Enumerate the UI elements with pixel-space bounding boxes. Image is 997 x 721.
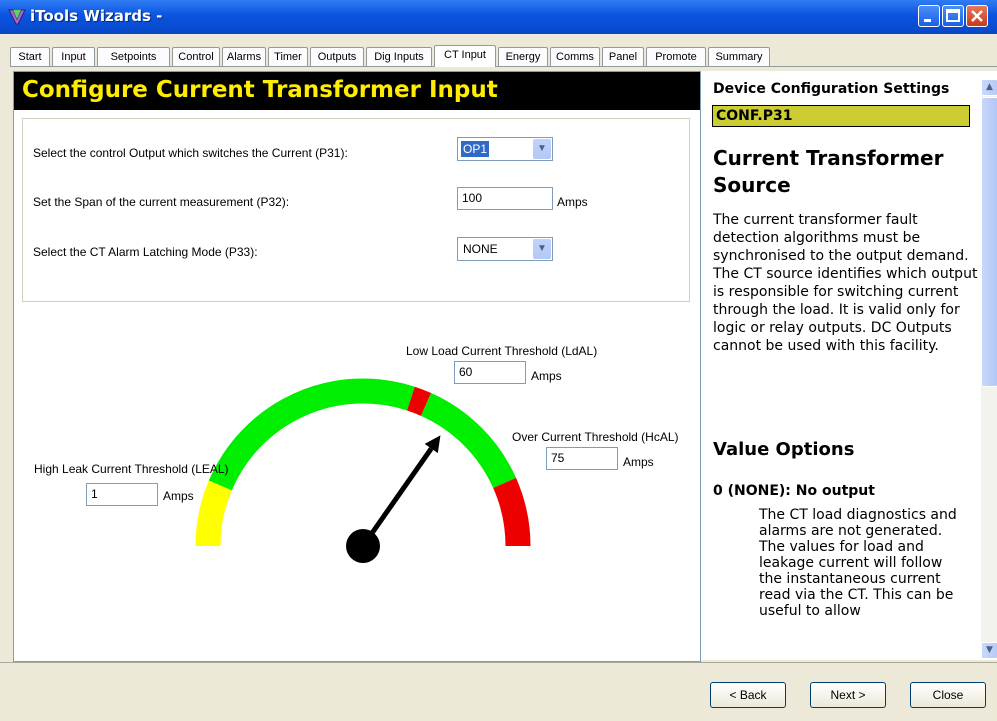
maximize-button[interactable]	[942, 5, 964, 27]
current-gauge	[195, 378, 531, 563]
help-description: The current transformer fault detection …	[713, 212, 978, 354]
high-leak-unit: Amps	[163, 489, 194, 503]
tab-input[interactable]: Input	[52, 47, 95, 66]
gauge-normal-zone	[208, 378, 415, 491]
scroll-up-button[interactable]: ▲	[981, 79, 997, 96]
tab-promote[interactable]: Promote	[646, 47, 706, 66]
low-load-input[interactable]: 60	[454, 361, 526, 384]
maximize-icon	[946, 9, 960, 22]
tab-comms[interactable]: Comms	[550, 47, 600, 66]
close-icon	[971, 10, 983, 22]
tab-dig-inputs[interactable]: Dig Inputs	[366, 47, 432, 66]
title-bar: iTools Wizards -	[0, 0, 997, 34]
gauge-low-load-marker	[406, 386, 432, 416]
over-current-label: Over Current Threshold (HcAL)	[512, 430, 679, 444]
low-load-unit: Amps	[531, 369, 562, 383]
scroll-down-button[interactable]: ▼	[981, 642, 997, 659]
over-current-unit: Amps	[623, 455, 654, 469]
tab-panel[interactable]: Panel	[602, 47, 644, 66]
help-option-description: The CT load diagnostics and alarms are n…	[759, 507, 957, 619]
over-current-input[interactable]: 75	[546, 447, 618, 470]
gauge-needle	[360, 447, 434, 548]
low-load-label: Low Load Current Threshold (LdAL)	[406, 344, 598, 358]
tab-timer[interactable]: Timer	[268, 47, 308, 66]
scroll-thumb[interactable]	[981, 97, 997, 387]
close-window-button[interactable]	[966, 5, 988, 27]
tab-energy[interactable]: Energy	[498, 47, 548, 66]
help-scrollbar[interactable]: ▲ ▼	[981, 79, 997, 659]
minimize-button[interactable]	[918, 5, 940, 27]
wizard-page: Configure Current Transformer Input Sele…	[13, 71, 701, 662]
tab-alarms[interactable]: Alarms	[222, 47, 266, 66]
window-title: iTools Wizards -	[30, 7, 163, 25]
help-heading: Device Configuration Settings	[713, 81, 950, 97]
next-button[interactable]: Next >	[810, 682, 886, 708]
tab-ct-input[interactable]: CT Input	[434, 45, 496, 67]
gauge-over-current-zone	[493, 477, 531, 547]
tab-start[interactable]: Start	[10, 47, 50, 66]
gauge-leak-zone	[195, 480, 232, 547]
high-leak-label: High Leak Current Threshold (LEAL)	[34, 462, 229, 476]
help-title: Current Transformer Source	[713, 146, 944, 197]
tab-control[interactable]: Control	[172, 47, 220, 66]
back-button[interactable]: < Back	[710, 682, 786, 708]
high-leak-input[interactable]: 1	[86, 483, 158, 506]
gauge-hub	[346, 529, 380, 563]
tab-summary[interactable]: Summary	[708, 47, 770, 66]
help-panel: Device Configuration Settings CONF.P31 C…	[700, 71, 997, 660]
help-option-title: 0 (NONE): No output	[713, 483, 875, 499]
tab-divider	[10, 66, 997, 67]
minimize-icon	[924, 19, 931, 22]
app-icon	[8, 9, 26, 25]
help-parameter-code: CONF.P31	[712, 105, 970, 127]
close-button[interactable]: Close	[910, 682, 986, 708]
help-subheading: Value Options	[713, 439, 855, 460]
tab-outputs[interactable]: Outputs	[310, 47, 364, 66]
tab-setpoints[interactable]: Setpoints	[97, 47, 170, 66]
